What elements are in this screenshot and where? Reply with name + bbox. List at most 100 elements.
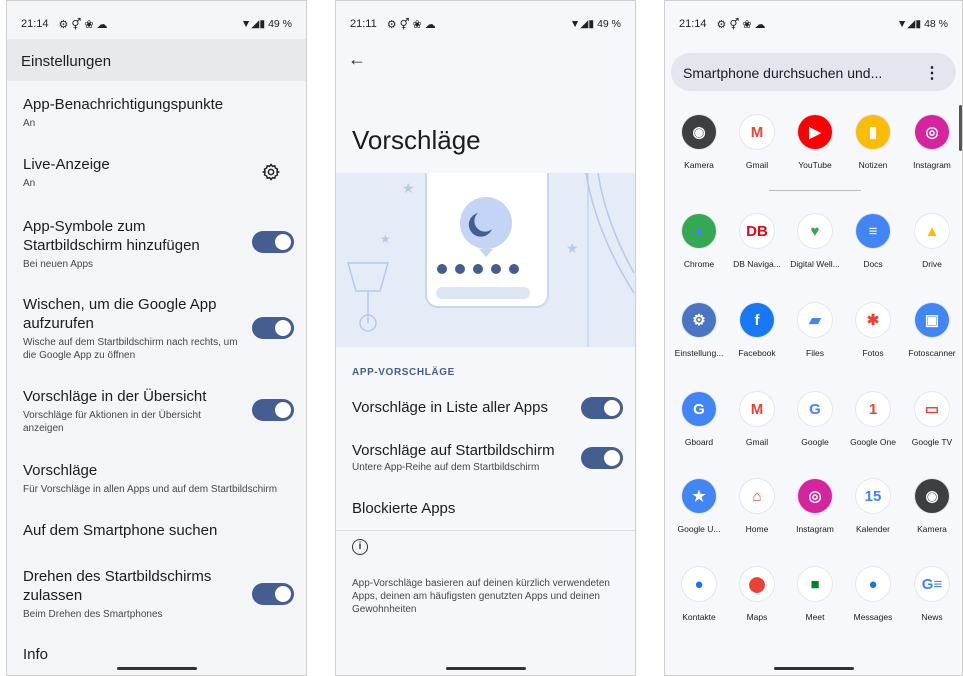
app-google-u[interactable]: ★ Google U... (669, 479, 729, 534)
app-label: Kamera (917, 524, 947, 534)
app-fotos[interactable]: ✱ Fotos (843, 303, 903, 358)
app-label: Kamera (684, 160, 714, 170)
toggle-google-app-swipe[interactable] (252, 317, 294, 339)
app-label: Messages (853, 612, 893, 622)
app-gboard[interactable]: G Gboard (669, 392, 729, 447)
app-kalender[interactable]: 15 Kalender (843, 479, 903, 534)
files-icon: ▰ (798, 303, 832, 337)
toggle-suggestions-all-apps[interactable] (581, 397, 623, 419)
app-meet[interactable]: ■ Meet (785, 567, 845, 622)
status-bar: 21:14 ⚙⚥❀☁ ▼◢▮ 48 % (665, 1, 962, 47)
setting-notification-dots[interactable]: App-Benachrichtigungspunkte An (23, 95, 296, 130)
setting-title: Drehen des Startbildschirms zulassen (23, 568, 212, 604)
setting-search-phone[interactable]: Auf dem Smartphone suchen (23, 521, 296, 540)
gesture-bar[interactable] (773, 667, 854, 670)
gmail-icon: M (740, 392, 774, 426)
setting-info[interactable]: Info (23, 645, 296, 664)
photoscan-icon: ▣ (915, 303, 949, 337)
app-label: Home (745, 524, 769, 534)
search-placeholder: Smartphone durchsuchen und... (683, 65, 883, 81)
search-input[interactable]: Smartphone durchsuchen und... ⋮ (671, 53, 956, 91)
app-google-one[interactable]: 1 Google One (843, 392, 903, 447)
app-messages[interactable]: ● Messages (843, 567, 903, 622)
app-maps[interactable]: ⬤ Maps (727, 567, 787, 622)
divider (336, 530, 635, 531)
toggle-rotation[interactable] (252, 583, 294, 605)
gear-icon[interactable] (262, 163, 280, 181)
svg-text:★: ★ (566, 241, 579, 257)
svg-text:★: ★ (380, 232, 391, 246)
app-label: Meet (805, 612, 825, 622)
svg-text:★: ★ (402, 181, 415, 197)
app-kamera[interactable]: ◉ Kamera (902, 479, 962, 534)
setting-title: App-Benachrichtigungspunkte (23, 96, 224, 113)
setting-title: Auf dem Smartphone suchen (23, 522, 218, 539)
divider (769, 190, 861, 191)
app-docs[interactable]: ≡ Docs (843, 214, 903, 269)
notification-icons: ⚙⚥❀☁ (58, 18, 111, 31)
app-gmail[interactable]: M Gmail (727, 115, 787, 170)
app-facebook[interactable]: f Facebook (727, 303, 787, 358)
app-label: Fotoscanner (908, 348, 956, 358)
meet-icon: ■ (798, 567, 832, 601)
app-drive[interactable]: ▲ Drive (902, 214, 962, 269)
setting-subtitle: Vorschläge für Aktionen in der Übersicht… (23, 410, 201, 434)
battery-level: 49 % (597, 18, 621, 30)
back-arrow-icon[interactable]: ← (348, 49, 366, 70)
gmail-icon: M (740, 115, 774, 149)
app-label: Gboard (684, 437, 714, 447)
keep-icon: ▮ (856, 115, 890, 149)
setting-suggestions[interactable]: Vorschläge Für Vorschläge in allen Apps … (23, 461, 296, 496)
setting-title: Vorschläge (23, 462, 98, 479)
app-label: Digital Well... (790, 259, 840, 269)
toggle-add-app-icons[interactable] (252, 231, 294, 253)
setting-blocked-apps[interactable]: Blockierte Apps (352, 500, 625, 517)
toggle-suggestions-home[interactable] (581, 447, 623, 469)
app-instagram[interactable]: ◎ Instagram (902, 115, 962, 170)
app-label: Gmail (745, 437, 769, 447)
app-db-naviga[interactable]: DB DB Naviga... (727, 214, 787, 269)
app-kamera[interactable]: ◉ Kamera (669, 115, 729, 170)
setting-title: Blockierte Apps (352, 500, 456, 517)
app-einstellung[interactable]: ⚙ Einstellung... (669, 303, 729, 358)
app-gmail[interactable]: M Gmail (727, 392, 787, 447)
setting-live-display[interactable]: Live-Anzeige An (23, 155, 296, 190)
app-drawer-screen: 21:14 ⚙⚥❀☁ ▼◢▮ 48 % Smartphone durchsuch… (664, 0, 963, 676)
notification-icons: ⚙⚥❀☁ (716, 18, 769, 31)
setting-title: Live-Anzeige (23, 156, 110, 173)
app-home[interactable]: ⌂ Home (727, 479, 787, 534)
google-tv-icon: ▭ (915, 392, 949, 426)
setting-title: App-Symbole zum Startbildschirm hinzufüg… (23, 218, 200, 254)
news-icon: G≡ (915, 567, 949, 601)
gesture-bar[interactable] (445, 667, 526, 670)
camera-icon: ◉ (682, 115, 716, 149)
app-label: YouTube (798, 160, 832, 170)
app-google[interactable]: G Google (785, 392, 845, 447)
app-files[interactable]: ▰ Files (785, 303, 845, 358)
app-digital-well[interactable]: ♥ Digital Well... (785, 214, 845, 269)
app-label: Files (806, 348, 824, 358)
page-title: Einstellungen (7, 39, 306, 81)
status-right: ▼◢▮ 49 % (569, 18, 621, 30)
messages-icon: ● (856, 567, 890, 601)
app-label: Kalender (855, 524, 891, 534)
app-notizen[interactable]: ▮ Notizen (843, 115, 903, 170)
app-fotoscanner[interactable]: ▣ Fotoscanner (902, 303, 962, 358)
app-kontakte[interactable]: ● Kontakte (669, 567, 729, 622)
setting-subtitle: Bei neuen Apps (23, 259, 94, 270)
app-label: Instagram (913, 160, 951, 170)
app-news[interactable]: G≡ News (902, 567, 962, 622)
toggle-overview-suggestions[interactable] (252, 399, 294, 421)
app-label: Google One (850, 437, 896, 447)
gesture-bar[interactable] (116, 667, 197, 670)
maps-icon: ⬤ (740, 567, 774, 601)
app-chrome[interactable]: ● Chrome (669, 214, 729, 269)
youtube-icon: ▶ (798, 115, 832, 149)
app-youtube[interactable]: ▶ YouTube (785, 115, 845, 170)
gboard-icon: G (682, 392, 716, 426)
more-options-icon[interactable]: ⋮ (924, 63, 940, 83)
app-label: Kontakte (682, 612, 716, 622)
suggestions-screen: 21:11 ⚙⚥❀☁ ▼◢▮ 49 % ← Vorschläge ★ ★ ★ A… (335, 0, 636, 676)
app-instagram[interactable]: ◎ Instagram (785, 479, 845, 534)
app-google-tv[interactable]: ▭ Google TV (902, 392, 962, 447)
